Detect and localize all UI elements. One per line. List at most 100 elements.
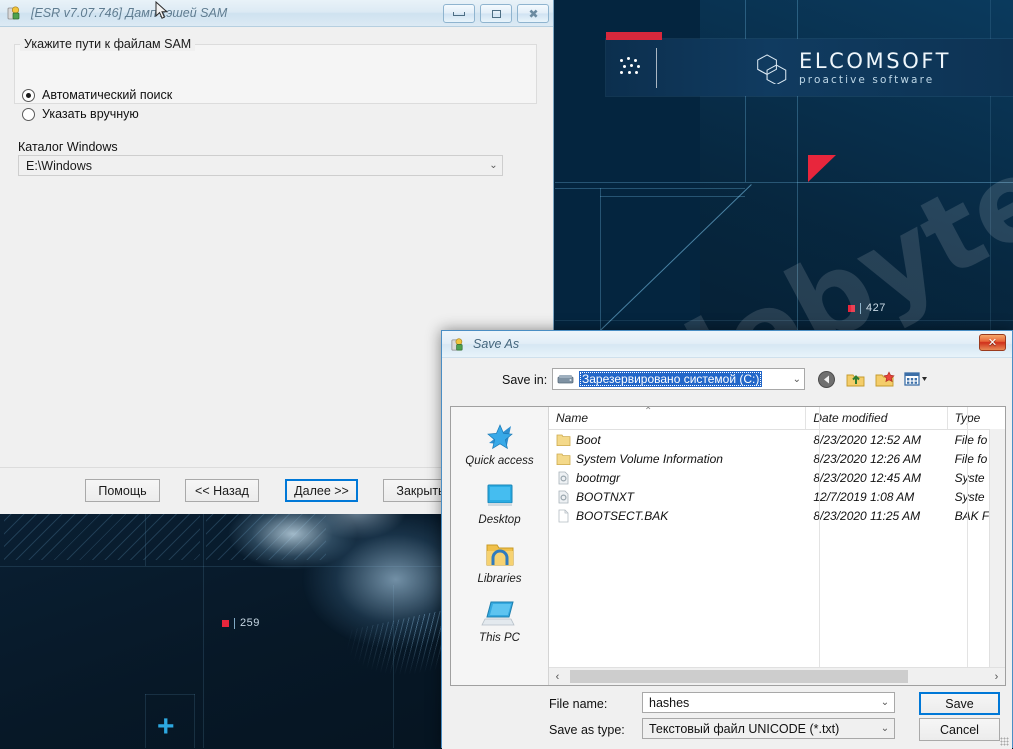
radio-label: Автоматический поиск — [42, 88, 172, 102]
file-date: 8/23/2020 12:45 AM — [806, 471, 947, 485]
column-header-type[interactable]: Type — [948, 407, 1005, 429]
file-name-value: hashes — [643, 696, 876, 710]
close-icon: ✕ — [988, 336, 997, 349]
cancel-button[interactable]: Cancel — [919, 718, 1000, 741]
sort-ascending-icon: ⌃ — [644, 406, 652, 417]
minimize-icon — [453, 12, 465, 16]
place-label: This PC — [479, 632, 520, 644]
file-name-cell: System Volume Information — [549, 452, 806, 466]
column-header-name[interactable]: Name — [549, 407, 806, 429]
file-name-cell: BOOTNXT — [549, 490, 806, 504]
wallpaper-gridline — [600, 196, 745, 197]
table-row[interactable]: BOOTSECT.BAK 8/23/2020 11:25 AM BAK F — [549, 506, 1005, 525]
sam-paths-legend: Укажите пути к файлам SAM — [20, 37, 195, 51]
new-folder-icon[interactable] — [875, 370, 895, 389]
banner-dots-icon — [620, 57, 646, 77]
wallpaper-marker-427: 427 — [848, 302, 886, 314]
save-as-type-combo[interactable]: Текстовый файл UNICODE (*.txt) ⌄ — [642, 718, 895, 739]
file-name-input[interactable]: hashes ⌄ — [642, 692, 895, 713]
wallpaper-gridline — [600, 188, 601, 330]
table-row[interactable]: Boot 8/23/2020 12:52 AM File fo — [549, 430, 1005, 449]
file-name: BOOTNXT — [576, 490, 634, 504]
brand-text-block: ELCOMSOFT proactive software — [799, 51, 951, 86]
app-icon — [450, 337, 465, 352]
place-label: Desktop — [478, 514, 520, 526]
place-this-pc[interactable]: This PC — [455, 598, 545, 644]
folder-icon — [556, 433, 571, 447]
chevron-down-icon[interactable]: ⌄ — [876, 697, 894, 708]
star-icon — [481, 421, 519, 453]
back-button[interactable]: << Назад — [185, 479, 259, 502]
close-icon: ✖ — [528, 8, 537, 20]
monitor-icon — [481, 480, 519, 512]
chevron-down-icon: ⌄ — [793, 374, 801, 385]
place-desktop[interactable]: Desktop — [455, 480, 545, 526]
minimize-button[interactable] — [443, 4, 475, 23]
table-row[interactable]: BOOTNXT 12/7/2019 1:08 AM Syste — [549, 487, 1005, 506]
table-row[interactable]: bootmgr 8/23/2020 12:45 AM Syste — [549, 468, 1005, 487]
wallpaper-marker-259: 259 — [222, 617, 260, 629]
wallpaper-plus-crosshair: + — [157, 712, 175, 742]
banner-divider — [656, 48, 657, 88]
window-controls: ✖ — [443, 4, 549, 23]
save-in-value: Зарезервировано системой (C:) — [579, 371, 762, 387]
save-in-label: Save in: — [502, 373, 547, 387]
file-date: 8/23/2020 12:52 AM — [806, 433, 947, 447]
resize-grip[interactable] — [1000, 737, 1009, 746]
save-as-titlebar[interactable]: Save As ✕ — [442, 331, 1012, 358]
help-button[interactable]: Помощь — [85, 479, 160, 502]
next-button[interactable]: Далее >> — [285, 479, 358, 502]
scroll-left-arrow-icon[interactable]: ‹ — [549, 671, 566, 683]
wallpaper-gridline — [555, 188, 745, 189]
wallpaper-gridline — [145, 694, 146, 748]
radio-indicator — [22, 108, 35, 121]
wallpaper-gridline — [194, 694, 195, 748]
main-window-titlebar[interactable]: [ESR v7.07.746] Дамп хэшей SAM ✖ — [0, 0, 553, 27]
place-libraries[interactable]: Libraries — [455, 539, 545, 585]
save-as-dialog: Save As ✕ Save in: Зарезервировано систе… — [441, 330, 1013, 748]
close-button[interactable]: ✕ — [979, 334, 1006, 351]
wallpaper-red-triangle — [808, 155, 836, 182]
file-list-header: Name Date modified Type ⌃ — [549, 407, 1005, 430]
maximize-button[interactable] — [480, 4, 512, 23]
vertical-scrollbar[interactable] — [989, 429, 1005, 668]
column-header-date[interactable]: Date modified — [806, 407, 947, 429]
windows-dir-label: Каталог Windows — [18, 140, 118, 154]
file-name: Boot — [576, 433, 601, 447]
save-button[interactable]: Save — [919, 692, 1000, 715]
file-list: Name Date modified Type ⌃ Boot 8/23/2020 — [549, 407, 1005, 685]
horizontal-scrollbar[interactable]: ‹ › — [549, 667, 1005, 685]
maximize-icon — [492, 10, 501, 18]
save-as-toolbar — [817, 368, 924, 390]
up-folder-icon[interactable] — [846, 370, 866, 389]
file-name: System Volume Information — [576, 452, 723, 466]
scroll-thumb[interactable] — [570, 670, 908, 683]
table-row[interactable]: System Volume Information 8/23/2020 12:2… — [549, 449, 1005, 468]
save-in-combo[interactable]: Зарезервировано системой (C:) ⌄ — [552, 368, 805, 390]
banner-red-tab — [606, 32, 662, 40]
folder-icon — [481, 539, 519, 571]
brand-name: ELCOMSOFT — [799, 51, 951, 72]
save-as-type-value: Текстовый файл UNICODE (*.txt) — [643, 722, 876, 736]
save-as-title: Save As — [473, 337, 519, 351]
file-name: BOOTSECT.BAK — [576, 509, 668, 523]
wallpaper-gridline — [145, 694, 195, 695]
file-date: 12/7/2019 1:08 AM — [806, 490, 947, 504]
cubes-icon — [756, 53, 790, 84]
places-bar: Quick access Desktop — [451, 407, 549, 685]
elcomsoft-logo: ELCOMSOFT proactive software — [756, 51, 951, 86]
scroll-track[interactable] — [566, 669, 988, 684]
windows-dir-combo[interactable]: E:\Windows ⌄ — [18, 155, 503, 176]
file-list-rows: Boot 8/23/2020 12:52 AM File fo System V… — [549, 430, 1005, 685]
back-icon[interactable] — [817, 370, 837, 389]
radio-automatic-search[interactable]: Автоматический поиск — [22, 88, 172, 102]
chevron-down-icon[interactable]: ⌄ — [876, 723, 894, 734]
scroll-right-arrow-icon[interactable]: › — [988, 671, 1005, 683]
computer-icon — [481, 598, 519, 630]
windows-dir-value: E:\Windows — [19, 159, 485, 173]
marker-bar — [860, 303, 861, 314]
views-icon[interactable] — [904, 370, 924, 389]
close-button[interactable]: ✖ — [517, 4, 549, 23]
radio-manual-path[interactable]: Указать вручную — [22, 107, 139, 121]
place-quick-access[interactable]: Quick access — [455, 421, 545, 467]
